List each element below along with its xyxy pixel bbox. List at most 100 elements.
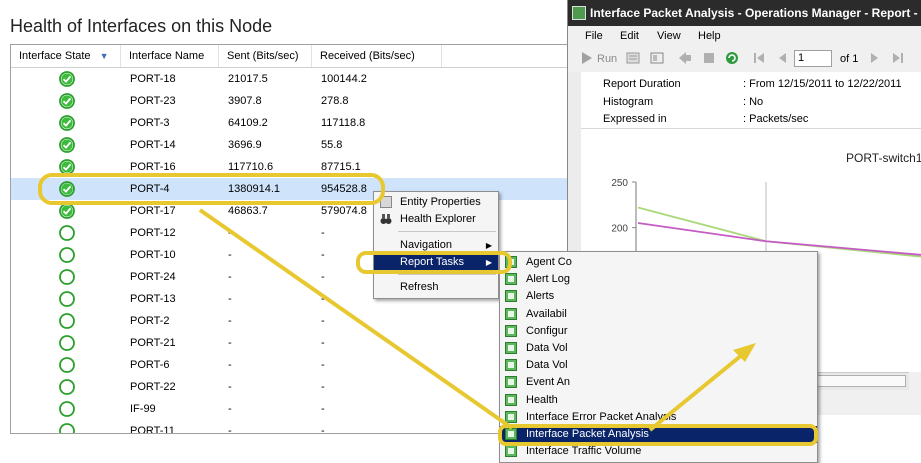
report-icon: [505, 428, 517, 440]
submenu-item[interactable]: Agent Co: [500, 254, 817, 271]
column-header-sent[interactable]: Sent (Bits/sec): [219, 45, 312, 67]
document-map-icon[interactable]: [650, 51, 664, 65]
page-count: of 1: [840, 53, 859, 65]
menu-edit[interactable]: Edit: [620, 27, 639, 45]
menu-file[interactable]: File: [585, 27, 603, 45]
submenu-item[interactable]: Interface Traffic Volume: [500, 443, 817, 460]
sent-value: 117710.6: [228, 161, 274, 173]
table-row[interactable]: PORT-22 - -: [11, 376, 573, 398]
report-icon: [505, 256, 517, 268]
first-page-icon[interactable]: [752, 51, 766, 65]
table-row[interactable]: PORT-18 21017.5 100144.2: [11, 68, 573, 90]
grid-header: Interface State ▼ Interface Name Sent (B…: [11, 45, 573, 68]
sent-value: -: [228, 425, 232, 434]
column-header-received[interactable]: Received (Bits/sec): [312, 45, 442, 67]
submenu-item[interactable]: Interface Error Packet Analysis: [500, 409, 817, 426]
previous-page-icon[interactable]: [775, 51, 789, 65]
interface-name: PORT-24: [130, 271, 176, 283]
report-icon: [505, 376, 517, 389]
interface-name: PORT-16: [130, 161, 176, 173]
stop-icon[interactable]: [702, 51, 716, 65]
menu-help[interactable]: Help: [698, 27, 721, 45]
sent-value: 1380914.1: [228, 183, 280, 195]
submenu-item-label: Alerts: [526, 290, 555, 303]
interface-name: PORT-22: [130, 381, 176, 393]
menu-item-label: Report Tasks: [400, 256, 464, 268]
table-row[interactable]: PORT-14 3696.9 55.8: [11, 134, 573, 156]
report-window-title: Interface Packet Analysis - Operations M…: [590, 6, 918, 20]
y-tick-label: 250: [611, 178, 628, 189]
table-row[interactable]: IF-99 - -: [11, 398, 573, 420]
submenu-item-label: Interface Error Packet Analysis: [526, 410, 677, 423]
check-circle-icon: [59, 203, 75, 219]
menu-item-entity-properties[interactable]: Entity Properties: [374, 194, 498, 211]
sent-value: -: [228, 381, 232, 393]
report-window-titlebar[interactable]: Interface Packet Analysis - Operations M…: [568, 0, 921, 26]
received-value: -: [321, 403, 325, 415]
empty-circle-icon: [59, 379, 75, 395]
submenu-item[interactable]: Configur: [500, 323, 817, 340]
run-button-label[interactable]: Run: [597, 50, 617, 68]
sent-value: -: [228, 315, 232, 327]
table-row[interactable]: PORT-3 64109.2 117118.8: [11, 112, 573, 134]
received-value: 579074.8: [321, 205, 367, 217]
submenu-item[interactable]: Health: [500, 392, 817, 409]
report-icon: [505, 324, 517, 337]
submenu-item[interactable]: Availabil: [500, 306, 817, 323]
properties-icon: [380, 196, 392, 208]
column-header-name[interactable]: Interface Name: [121, 45, 219, 67]
sent-value: 3696.9: [228, 139, 262, 151]
menu-item-report-tasks[interactable]: Report Tasks ▶: [374, 254, 498, 271]
table-row[interactable]: PORT-16 117710.6 87715.1: [11, 156, 573, 178]
check-circle-icon: [59, 115, 75, 131]
run-icon[interactable]: [580, 51, 594, 65]
table-row[interactable]: PORT-2 - -: [11, 310, 573, 332]
submenu-item[interactable]: Interface Packet Analysis: [500, 426, 817, 443]
menu-view[interactable]: View: [657, 27, 681, 45]
empty-circle-icon: [59, 423, 75, 433]
parameters-icon[interactable]: [626, 51, 640, 65]
received-value: -: [321, 337, 325, 349]
page-number-input[interactable]: 1: [794, 50, 832, 67]
menu-separator: [398, 231, 496, 232]
report-icon: [505, 393, 517, 406]
submenu-item-label: Event An: [526, 376, 571, 389]
menu-item-navigation[interactable]: Navigation ▶: [374, 237, 498, 254]
sent-value: -: [228, 337, 232, 349]
check-circle-icon: [59, 71, 75, 87]
interface-name: PORT-6: [130, 359, 170, 371]
next-page-icon[interactable]: [868, 51, 882, 65]
table-row[interactable]: PORT-21 - -: [11, 332, 573, 354]
context-menu: Entity Properties Health Explorer Naviga…: [373, 191, 499, 299]
refresh-icon[interactable]: [725, 51, 739, 65]
submenu-item[interactable]: Data Vol: [500, 340, 817, 357]
empty-circle-icon: [59, 313, 75, 329]
sent-value: 46863.7: [228, 205, 268, 217]
report-icon: [505, 410, 517, 423]
received-value: -: [321, 381, 325, 393]
y-tick-label: 200: [611, 224, 628, 235]
received-value: 100144.2: [321, 73, 367, 85]
submenu-item-label: Interface Traffic Volume: [526, 445, 642, 458]
interface-name: PORT-10: [130, 249, 176, 261]
menu-separator: [398, 274, 496, 275]
submenu-item[interactable]: Event An: [500, 374, 817, 391]
param-value-duration: : From 12/15/2011 to 12/22/2011: [743, 78, 902, 90]
submenu-item-label: Data Vol: [526, 359, 568, 372]
submenu-item[interactable]: Alerts: [500, 288, 817, 305]
menu-item-health-explorer[interactable]: Health Explorer: [374, 211, 498, 228]
table-row[interactable]: PORT-6 - -: [11, 354, 573, 376]
report-icon: [505, 342, 517, 354]
menu-item-refresh[interactable]: Refresh: [374, 279, 498, 296]
submenu-item[interactable]: Alert Log: [500, 271, 817, 288]
table-row[interactable]: PORT-23 3907.8 278.8: [11, 90, 573, 112]
table-row[interactable]: PORT-11 - -: [11, 420, 573, 434]
interface-name: PORT-21: [130, 337, 176, 349]
received-value: -: [321, 271, 325, 283]
column-header-state[interactable]: Interface State ▼: [11, 45, 121, 67]
submenu-item-label: Health: [526, 393, 558, 406]
submenu-item[interactable]: Data Vol: [500, 357, 817, 374]
back-icon[interactable]: [678, 51, 692, 65]
last-page-icon[interactable]: [891, 51, 905, 65]
submenu-arrow-icon: ▶: [485, 258, 492, 267]
